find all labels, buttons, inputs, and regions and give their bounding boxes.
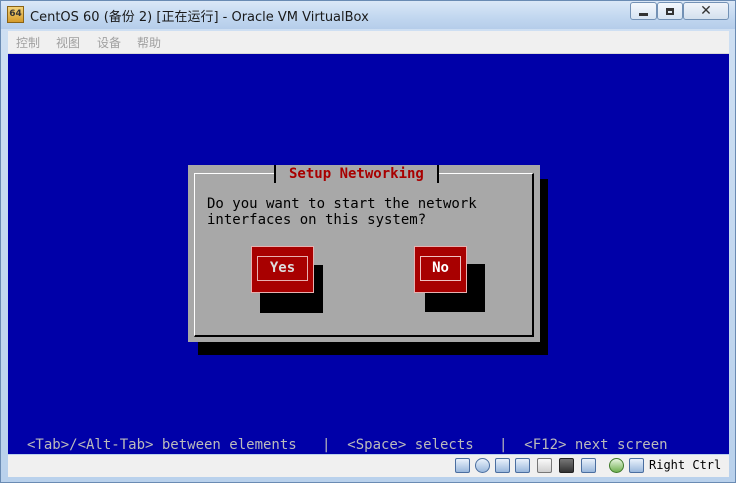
mouse-integration-icon[interactable] bbox=[629, 458, 644, 473]
display-icon[interactable] bbox=[537, 458, 552, 473]
maximize-button[interactable] bbox=[657, 2, 683, 20]
close-icon: ✕ bbox=[700, 3, 712, 19]
menu-devices[interactable]: 设备 bbox=[97, 34, 121, 51]
minimize-button[interactable] bbox=[630, 2, 657, 20]
yes-button[interactable]: Yes bbox=[251, 246, 314, 293]
menu-bar: 控制 视图 设备 帮助 bbox=[8, 31, 729, 54]
no-button-label: No bbox=[420, 256, 461, 281]
close-button[interactable]: ✕ bbox=[683, 2, 729, 20]
no-button[interactable]: No bbox=[414, 246, 467, 293]
menu-control[interactable]: 控制 bbox=[16, 34, 40, 51]
usb-icon[interactable] bbox=[495, 458, 510, 473]
host-key-label: Right Ctrl bbox=[649, 458, 722, 472]
dialog-title: Setup Networking bbox=[274, 165, 439, 183]
menu-help[interactable]: 帮助 bbox=[137, 34, 161, 51]
help-line: <Tab>/<Alt-Tab> between elements | <Spac… bbox=[27, 437, 668, 453]
dialog-message-line-1: Do you want to start the network bbox=[207, 196, 477, 212]
hard-disk-icon[interactable] bbox=[455, 458, 470, 473]
status-bar: Right Ctrl bbox=[8, 455, 729, 477]
yes-button-label: Yes bbox=[257, 256, 308, 281]
virtualbox-app-icon[interactable]: 64 bbox=[7, 6, 24, 23]
minimize-icon bbox=[639, 12, 648, 16]
guest-screen[interactable]: Setup Networking Do you want to start th… bbox=[8, 54, 729, 454]
window-title: CentOS 60 (备份 2) [正在运行] - Oracle VM Virt… bbox=[30, 10, 369, 25]
optical-drive-icon[interactable] bbox=[475, 458, 490, 473]
video-capture-icon[interactable] bbox=[581, 458, 596, 473]
shared-folders-icon[interactable] bbox=[515, 458, 530, 473]
guest-additions-icon[interactable] bbox=[609, 458, 624, 473]
title-bar[interactable]: 64 CentOS 60 (备份 2) [正在运行] - Oracle VM V… bbox=[1, 1, 735, 29]
virtualbox-window: 64 CentOS 60 (备份 2) [正在运行] - Oracle VM V… bbox=[0, 0, 736, 483]
menu-view[interactable]: 视图 bbox=[56, 34, 80, 51]
network-icon[interactable] bbox=[559, 458, 574, 473]
setup-networking-dialog: Setup Networking Do you want to start th… bbox=[188, 165, 540, 342]
dialog-message-line-2: interfaces on this system? bbox=[207, 212, 427, 228]
maximize-icon bbox=[666, 7, 674, 15]
